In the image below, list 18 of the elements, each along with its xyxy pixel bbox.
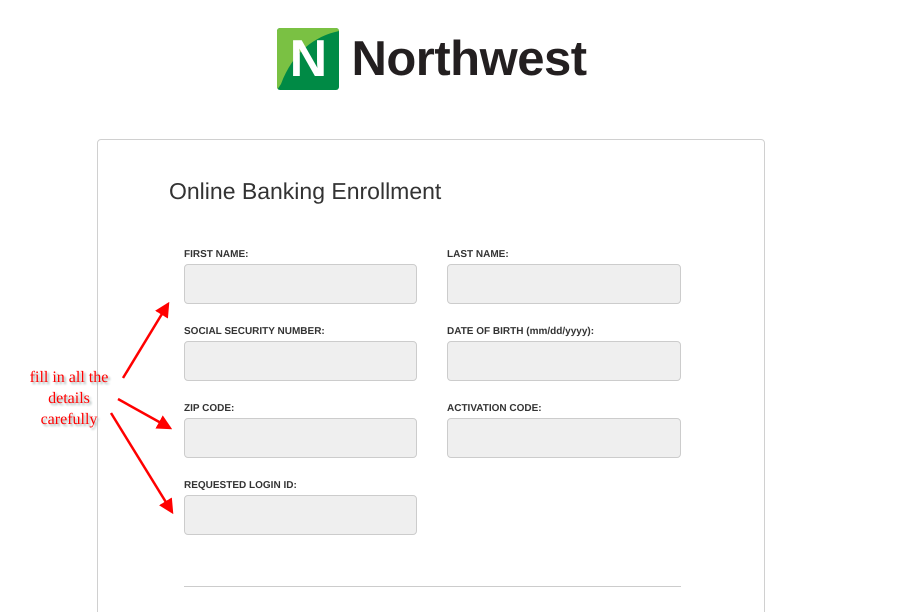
input-field[interactable]: [184, 495, 417, 535]
field-label: FIRST NAME:: [184, 249, 250, 260]
field-label: REQUESTED LOGIN ID:: [184, 480, 298, 491]
input-field[interactable]: [184, 418, 417, 458]
form-title: Online Banking Enrollment: [169, 178, 442, 205]
annotation-text: fill in all the details carefully: [28, 368, 110, 430]
input-field[interactable]: [447, 418, 681, 458]
field-label: SOCIAL SECURITY NUMBER:: [184, 326, 326, 337]
input-field[interactable]: [447, 264, 681, 304]
field-label: ZIP CODE:: [184, 403, 236, 414]
input-field[interactable]: [184, 264, 417, 304]
field-label: LAST NAME:: [447, 249, 510, 260]
input-field[interactable]: [447, 341, 681, 381]
field-label: ACTIVATION CODE:: [447, 403, 543, 414]
field-label: DATE OF BIRTH (mm/dd/yyyy):: [447, 326, 596, 337]
logo-wordmark: Northwest: [351, 31, 587, 87]
logo-mark: N: [277, 28, 340, 90]
input-field[interactable]: [184, 341, 417, 381]
